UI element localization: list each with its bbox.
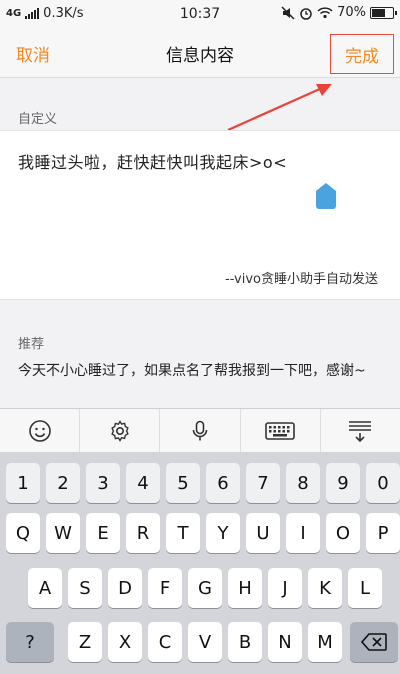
key-k[interactable]: K <box>308 568 342 608</box>
done-button[interactable]: 完成 <box>330 34 394 74</box>
key-j[interactable]: J <box>268 568 302 608</box>
key-4[interactable]: 4 <box>126 463 160 503</box>
done-label: 完成 <box>345 46 379 67</box>
key-m[interactable]: M <box>308 622 342 662</box>
key-9[interactable]: 9 <box>326 463 360 503</box>
keyboard-toolbar <box>0 408 400 452</box>
key-l[interactable]: L <box>348 568 382 608</box>
status-right: 70% <box>281 5 397 20</box>
mute-icon <box>281 5 295 20</box>
key-1[interactable]: 1 <box>6 463 40 503</box>
collapse-keyboard-button[interactable] <box>321 409 400 452</box>
key-question[interactable]: ? <box>6 622 54 662</box>
key-3[interactable]: 3 <box>86 463 120 503</box>
key-r[interactable]: R <box>126 513 160 553</box>
key-u[interactable]: U <box>246 513 280 553</box>
key-i[interactable]: I <box>286 513 320 553</box>
backspace-key[interactable] <box>350 622 398 662</box>
keyboard-switch-button[interactable] <box>241 409 321 452</box>
key-y[interactable]: Y <box>206 513 240 553</box>
microphone-icon <box>192 420 208 440</box>
recommend-section-label: 推荐 <box>18 337 45 352</box>
keyboard-icon <box>265 421 296 440</box>
key-z[interactable]: Z <box>68 622 102 662</box>
nav-bar: 取消 信息内容 完成 <box>0 28 400 78</box>
backspace-icon <box>361 633 387 651</box>
collapse-keyboard-icon <box>349 420 372 442</box>
settings-button[interactable] <box>80 409 161 452</box>
status-bar: 4G 0.3K/s 10:37 70% <box>0 0 400 28</box>
alarm-icon <box>300 7 312 20</box>
key-s[interactable]: S <box>68 568 102 608</box>
wifi-icon <box>317 7 333 19</box>
key-c[interactable]: C <box>148 622 182 662</box>
voice-input-button[interactable] <box>160 409 241 452</box>
key-7[interactable]: 7 <box>246 463 280 503</box>
key-b[interactable]: B <box>228 622 262 662</box>
key-q[interactable]: Q <box>6 513 40 553</box>
key-8[interactable]: 8 <box>286 463 320 503</box>
key-5[interactable]: 5 <box>166 463 200 503</box>
settings-gear-icon <box>111 419 129 442</box>
key-x[interactable]: X <box>108 622 142 662</box>
key-o[interactable]: O <box>326 513 360 553</box>
key-g[interactable]: G <box>188 568 222 608</box>
emoji-icon <box>28 419 51 442</box>
key-f[interactable]: F <box>148 568 182 608</box>
custom-section-label: 自定义 <box>18 112 58 127</box>
key-2[interactable]: 2 <box>46 463 80 503</box>
key-h[interactable]: H <box>228 568 262 608</box>
key-w[interactable]: W <box>46 513 80 553</box>
key-d[interactable]: D <box>108 568 142 608</box>
keyboard: 1 2 3 4 5 6 7 8 9 0 Q W E R T Y U I O P … <box>0 452 400 674</box>
recommend-text[interactable]: 今天不小心睡过了，如果点名了帮我报到一下吧，感谢~ <box>18 360 382 382</box>
key-e[interactable]: E <box>86 513 120 553</box>
key-6[interactable]: 6 <box>206 463 240 503</box>
text-cursor-handle-icon[interactable] <box>316 183 336 209</box>
key-t[interactable]: T <box>166 513 200 553</box>
key-n[interactable]: N <box>268 622 302 662</box>
key-0[interactable]: 0 <box>366 463 400 503</box>
key-v[interactable]: V <box>188 622 222 662</box>
signature-text: --vivo贪睡小助手自动发送 <box>225 272 378 287</box>
emoji-button[interactable] <box>0 409 81 452</box>
key-p[interactable]: P <box>366 513 400 553</box>
custom-message-box[interactable]: 我睡过头啦，赶快赶快叫我起床>o< --vivo贪睡小助手自动发送 <box>0 130 400 300</box>
key-a[interactable]: A <box>28 568 62 608</box>
battery-percent: 70% <box>337 5 366 20</box>
custom-message-text[interactable]: 我睡过头啦，赶快赶快叫我起床>o< <box>18 149 287 173</box>
battery-icon <box>370 6 397 19</box>
battery-level <box>372 8 386 17</box>
